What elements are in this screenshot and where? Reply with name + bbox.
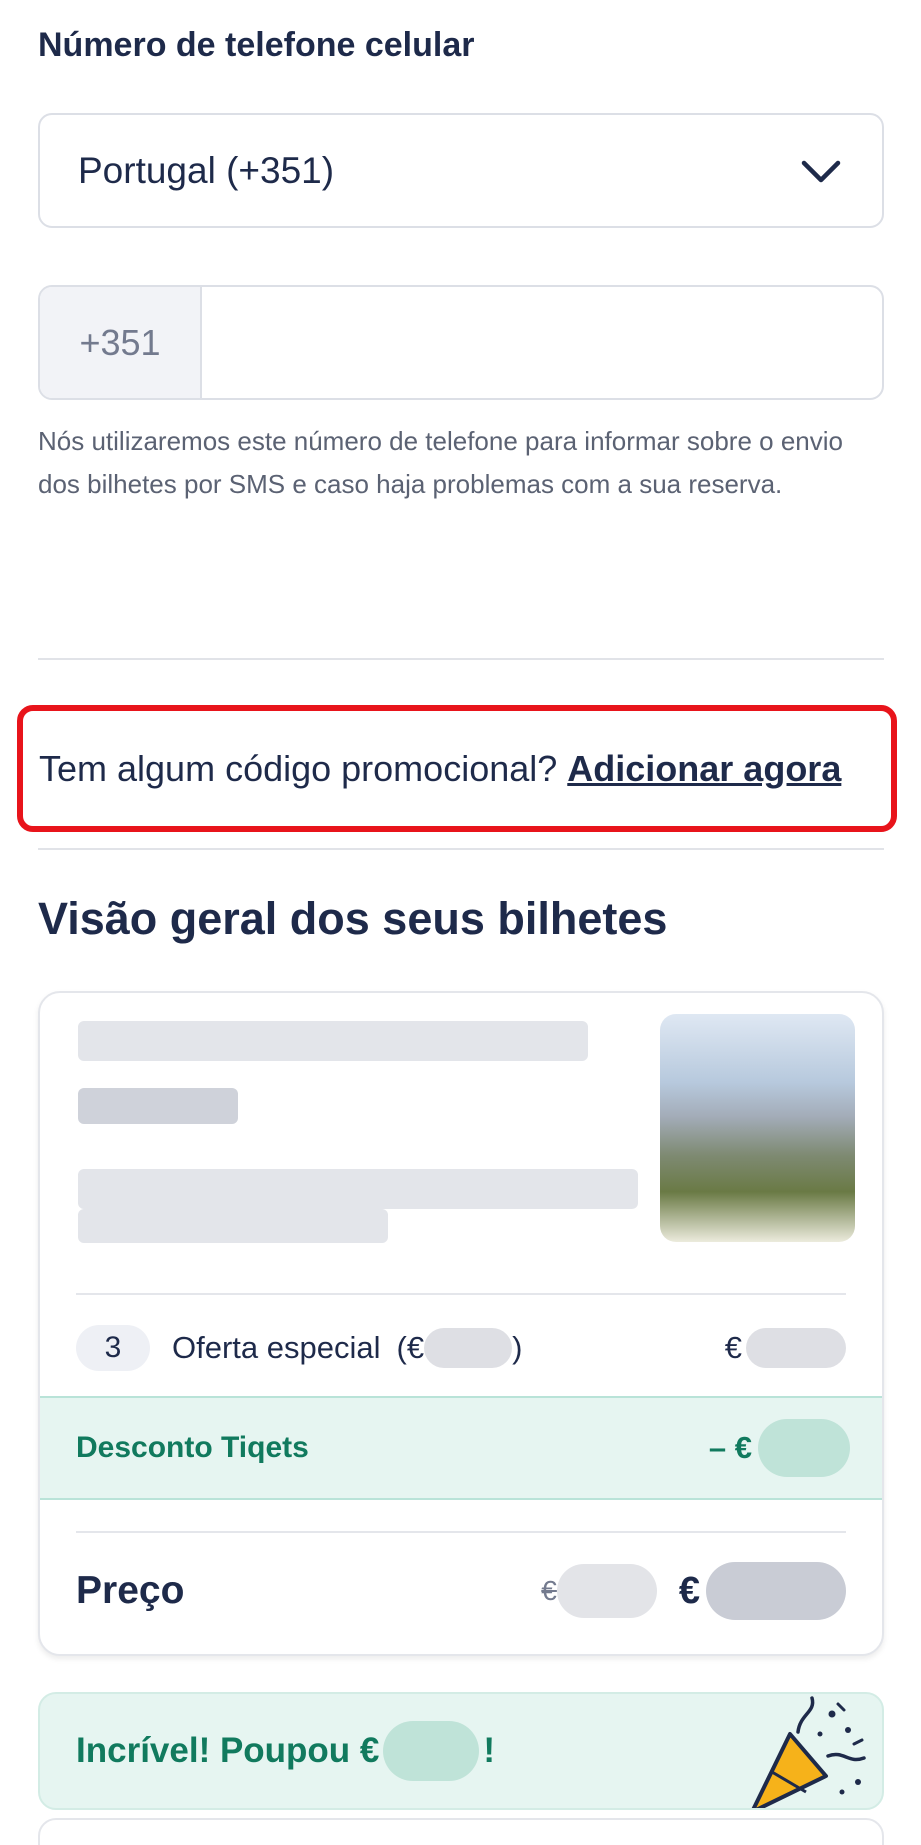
- party-popper-icon: [751, 1696, 866, 1808]
- section-divider: [38, 848, 884, 850]
- savings-text: Incrível! Poupou € !: [76, 1721, 495, 1781]
- line-total-currency: €: [724, 1330, 742, 1365]
- country-select-value: Portugal (+351): [78, 149, 335, 191]
- final-price: €: [679, 1562, 846, 1620]
- phone-section-label: Número de telefone celular: [38, 26, 475, 64]
- section-divider: [38, 658, 884, 660]
- unit-price-close: ): [512, 1330, 523, 1365]
- product-subtitle-redacted: [78, 1169, 638, 1209]
- line-total: €: [725, 1328, 846, 1368]
- add-promo-code-link[interactable]: Adicionar agora: [567, 748, 841, 790]
- original-price-currency: €: [541, 1575, 557, 1606]
- tickets-overview-title: Visão geral dos seus bilhetes: [38, 893, 668, 944]
- product-title-redacted: [78, 1088, 238, 1124]
- phone-number-input[interactable]: [202, 287, 882, 398]
- discount-row: Desconto Tiqets – €: [40, 1396, 882, 1500]
- product-subtitle-redacted: [78, 1209, 388, 1243]
- chevron-down-icon: [801, 160, 841, 182]
- ticket-quantity-badge: 3: [76, 1325, 150, 1371]
- phone-number-field-group: +351: [38, 285, 884, 400]
- final-price-currency: €: [678, 1569, 700, 1612]
- discount-redacted: [758, 1419, 850, 1477]
- savings-text-before: Incrível! Poupou €: [76, 1731, 380, 1770]
- phone-prefix: +351: [40, 287, 202, 398]
- ticket-line-item: 3 Oferta especial (€ ) €: [76, 1322, 846, 1374]
- final-price-redacted: [706, 1562, 846, 1620]
- discount-label: Desconto Tiqets: [76, 1431, 309, 1464]
- card-divider: [76, 1531, 846, 1533]
- unit-price-redacted: [424, 1328, 513, 1368]
- card-divider: [76, 1293, 846, 1295]
- ticket-summary-card: 3 Oferta especial (€ ) € Desconto Tiqets…: [38, 991, 884, 1656]
- next-card-edge: [38, 1818, 884, 1845]
- product-title-redacted: [78, 1021, 588, 1061]
- promo-code-row: Tem algum código promocional? Adicionar …: [17, 705, 897, 832]
- savings-banner: Incrível! Poupou € !: [38, 1692, 884, 1810]
- unit-price: (€ ): [396, 1328, 523, 1368]
- discount-prefix: – €: [708, 1430, 752, 1465]
- ticket-type-label: Oferta especial: [172, 1330, 381, 1365]
- price-row: Preço € €: [76, 1556, 846, 1626]
- product-thumbnail: [660, 1014, 855, 1242]
- price-label: Preço: [76, 1569, 185, 1612]
- original-price: €: [541, 1564, 657, 1618]
- original-price-redacted: [556, 1564, 657, 1618]
- phone-helper-text: Nós utilizaremos este número de telefone…: [38, 426, 843, 499]
- unit-price-open: (€: [396, 1330, 425, 1365]
- promo-question: Tem algum código promocional?: [39, 747, 558, 789]
- country-code-select[interactable]: Portugal (+351): [38, 113, 884, 228]
- savings-text-after: !: [483, 1731, 496, 1770]
- savings-amount-redacted: [383, 1721, 480, 1781]
- discount-amount: – €: [709, 1419, 850, 1477]
- line-total-redacted: [746, 1328, 846, 1368]
